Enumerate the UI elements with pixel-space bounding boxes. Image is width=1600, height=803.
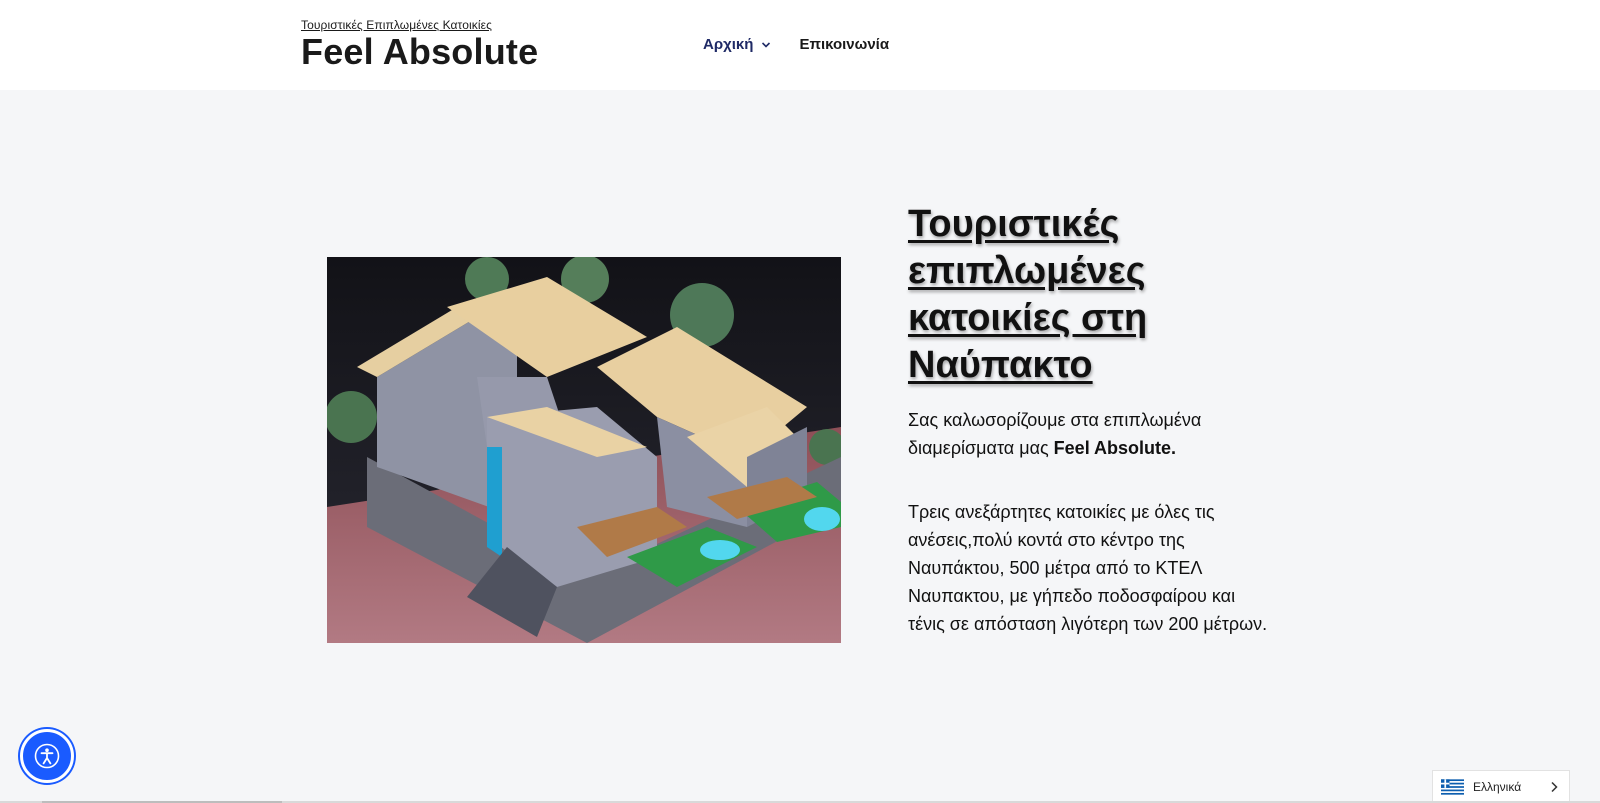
accessibility-button[interactable] bbox=[20, 729, 74, 783]
intro-text-brand: Feel Absolute. bbox=[1053, 438, 1177, 458]
hero-content: Τουριστικές επιπλωμένες κατοικίες στη Να… bbox=[908, 201, 1268, 638]
logo-brand: Feel Absolute bbox=[301, 31, 539, 72]
site-logo[interactable]: Τουριστικές Επιπλωμένες Κατοικίες Feel A… bbox=[301, 18, 538, 71]
intro-text: Σας καλωσορίζουμε στα επιπλωμένα διαμερί… bbox=[908, 406, 1268, 462]
nav-item-home[interactable]: Αρχική bbox=[703, 36, 771, 53]
language-label: Ελληνικά bbox=[1473, 779, 1522, 794]
description-text: Τρεις ανεξάρτητες κατοικίες με όλες τις … bbox=[908, 502, 1268, 634]
logo-tagline: Τουριστικές Επιπλωμένες Κατοικίες bbox=[301, 18, 492, 32]
greek-flag-icon bbox=[1441, 778, 1464, 795]
nav-item-contact-label: Επικοινωνία bbox=[799, 36, 890, 53]
chevron-right-icon bbox=[1551, 781, 1558, 793]
nav-item-home-label: Αρχική bbox=[703, 36, 754, 53]
language-switcher[interactable]: Ελληνικά bbox=[1432, 770, 1570, 803]
building-render-image bbox=[327, 257, 841, 643]
site-header: Τουριστικές Επιπλωμένες Κατοικίες Feel A… bbox=[0, 0, 1600, 90]
nav-item-contact[interactable]: Επικοινωνία bbox=[799, 36, 889, 53]
hero-image bbox=[327, 257, 841, 643]
main-nav: Αρχική Επικοινωνία bbox=[703, 36, 889, 53]
chevron-down-icon bbox=[762, 41, 771, 48]
accessibility-icon bbox=[34, 743, 60, 769]
page-title: Τουριστικές επιπλωμένες κατοικίες στη Να… bbox=[908, 203, 1148, 386]
